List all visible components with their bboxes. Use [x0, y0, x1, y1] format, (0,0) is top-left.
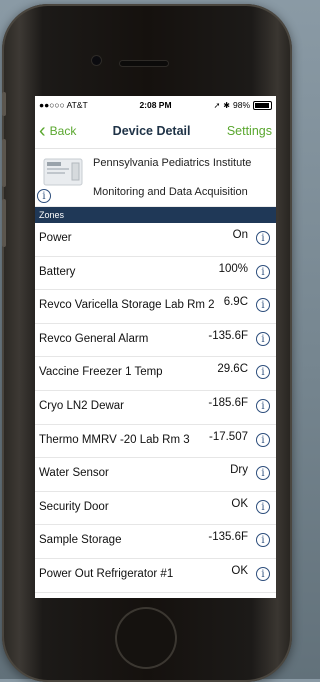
- info-circle-icon: i: [256, 398, 270, 413]
- info-circle-icon: i: [256, 264, 270, 279]
- info-circle-icon: i: [256, 331, 270, 346]
- zone-name: Revco Varicella Storage Lab Rm 2: [39, 299, 215, 312]
- info-circle-icon: i: [256, 231, 270, 245]
- zone-name: Sample Storage: [39, 534, 122, 547]
- status-bar: ●●○○○ AT&T 2:08 PM ➚ ✱ 98%: [35, 96, 276, 114]
- info-circle-icon: i: [256, 298, 270, 313]
- status-time: 2:08 PM: [139, 100, 172, 110]
- zone-info-button[interactable]: i: [256, 365, 270, 380]
- zone-value: OK: [231, 497, 248, 510]
- info-circle-icon: i: [256, 466, 270, 481]
- settings-button[interactable]: Settings: [227, 124, 272, 138]
- zone-info-button[interactable]: i: [256, 432, 270, 447]
- zone-row[interactable]: Sample Storage -135.6F i: [35, 525, 276, 559]
- info-circle-icon: i: [256, 432, 270, 447]
- zone-name: Cryo LN2 Dewar: [39, 399, 124, 412]
- zone-row[interactable]: Water Sensor Dry i: [35, 458, 276, 492]
- zone-row[interactable]: Thermo MMRV -20 Lab Rm 3 -17.507 i: [35, 425, 276, 459]
- device-header: i Pennsylvania Pediatrics Institute Moni…: [35, 149, 276, 207]
- zone-name: Security Door: [39, 500, 109, 513]
- device-image: [43, 158, 83, 186]
- zone-name: Water Sensor: [39, 467, 109, 480]
- info-circle-icon: i: [256, 499, 270, 514]
- info-circle-icon: i: [256, 365, 270, 380]
- zone-info-button[interactable]: i: [256, 298, 270, 313]
- zone-value: Dry: [230, 464, 248, 477]
- zone-info-button[interactable]: i: [256, 264, 270, 279]
- zone-info-button[interactable]: i: [256, 398, 270, 413]
- zone-row[interactable]: Revco Varicella Storage Lab Rm 2 6.9C i: [35, 290, 276, 324]
- back-button[interactable]: ‹ Back: [39, 120, 77, 142]
- volume-down-button: [2, 199, 6, 247]
- earpiece-speaker: [120, 61, 168, 66]
- app-screen: ●●○○○ AT&T 2:08 PM ➚ ✱ 98% ‹ Back Device…: [35, 96, 276, 598]
- zone-value: -185.6F: [208, 396, 248, 409]
- zone-info-button[interactable]: i: [256, 331, 270, 346]
- zone-name: Vaccine Freezer 1 Temp: [39, 366, 163, 379]
- zone-info-button[interactable]: i: [256, 566, 270, 581]
- zone-row[interactable]: Vaccine Freezer 1 Temp 29.6C i: [35, 357, 276, 391]
- zone-name: Thermo MMRV -20 Lab Rm 3: [39, 433, 190, 446]
- zone-info-button[interactable]: i: [256, 231, 270, 245]
- zone-value: On: [232, 229, 248, 241]
- zone-info-button[interactable]: i: [256, 499, 270, 514]
- zone-row[interactable]: Power Out Refrigerator #1 OK i: [35, 559, 276, 593]
- zone-name: Battery: [39, 265, 76, 278]
- zone-value: OK: [231, 564, 248, 577]
- zone-info-button[interactable]: i: [256, 466, 270, 481]
- front-camera: [92, 56, 101, 65]
- info-circle-icon: i: [256, 533, 270, 548]
- back-label: Back: [49, 124, 77, 138]
- zone-row[interactable]: Security Door OK i: [35, 492, 276, 526]
- zone-row[interactable]: Battery 100% i: [35, 257, 276, 291]
- navigation-bar: ‹ Back Device Detail Settings: [35, 114, 276, 149]
- zone-list: Power On i Battery 100% i Revco Varicella Stor…: [35, 223, 276, 593]
- zone-info-button[interactable]: i: [256, 533, 270, 548]
- volume-up-button: [2, 139, 6, 187]
- mute-switch: [2, 92, 6, 116]
- zone-name: Revco General Alarm: [39, 332, 149, 345]
- zone-name: Power: [39, 232, 72, 244]
- zone-name: Power Out Refrigerator #1: [39, 567, 174, 580]
- zone-row[interactable]: Power On i: [35, 223, 276, 257]
- zone-value: -135.6F: [208, 531, 248, 544]
- device-site-name: Pennsylvania Pediatrics Institute: [93, 157, 252, 169]
- zone-value: 100%: [218, 262, 248, 275]
- chevron-left-icon: ‹: [39, 120, 46, 142]
- phone-frame: ●●○○○ AT&T 2:08 PM ➚ ✱ 98% ‹ Back Device…: [2, 4, 292, 682]
- zone-value: -135.6F: [208, 329, 248, 342]
- zone-value: 29.6C: [217, 363, 248, 376]
- zone-value: 6.9C: [223, 296, 248, 309]
- device-type: Monitoring and Data Acquisition: [93, 186, 248, 198]
- zone-row[interactable]: Cryo LN2 Dewar -185.6F i: [35, 391, 276, 425]
- page-title: Device Detail: [112, 124, 191, 138]
- zone-value: -17.507: [208, 430, 248, 443]
- device-info-button[interactable]: i: [37, 186, 51, 204]
- info-circle-icon: i: [256, 566, 270, 581]
- info-circle-icon: i: [37, 189, 51, 203]
- battery-icon: [253, 100, 272, 110]
- home-button[interactable]: [117, 609, 175, 667]
- zone-row[interactable]: Revco General Alarm -135.6F i: [35, 324, 276, 358]
- zones-section-header: Zones: [35, 207, 276, 223]
